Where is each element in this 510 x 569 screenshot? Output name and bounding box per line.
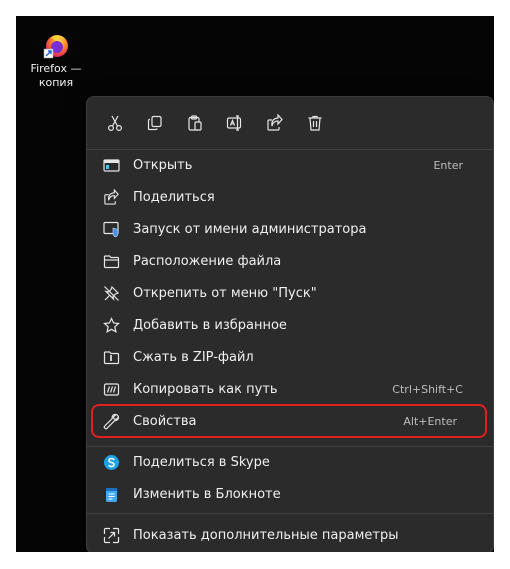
menu-item-file-location[interactable]: Расположение файла xyxy=(91,246,489,276)
menu-item-label: Добавить в избранное xyxy=(133,317,287,333)
menu-item-label: Запуск от имени администратора xyxy=(133,221,367,237)
menu-item-unpin-start[interactable]: Открепить от меню "Пуск" xyxy=(91,278,489,308)
menu-item-label: Изменить в Блокноте xyxy=(133,486,281,502)
clipboard-icon xyxy=(188,115,202,131)
share-icon xyxy=(267,114,283,131)
wrench-icon xyxy=(103,413,119,429)
context-menu-toolbar xyxy=(95,107,335,139)
desktop-shortcut-label-line1: Firefox — xyxy=(30,62,82,75)
menu-item-shortcut: Enter xyxy=(433,158,463,172)
menu-item-label: Открыть xyxy=(133,157,193,173)
open-app-icon xyxy=(102,158,120,172)
scissors-icon xyxy=(107,115,123,132)
menu-item-label: Поделиться в Skype xyxy=(133,454,270,470)
separator xyxy=(87,513,493,514)
context-menu: Открыть Enter Поделиться Запуск от имени… xyxy=(86,96,494,552)
folder-icon xyxy=(103,254,119,268)
desktop: Firefox — копия Открыть Enter Поделиться… xyxy=(16,16,494,552)
notepad-icon xyxy=(105,487,117,502)
menu-item-properties[interactable]: Свойства Alt+Enter xyxy=(91,404,487,438)
trash-icon xyxy=(308,115,322,131)
menu-item-run-as-admin[interactable]: Запуск от имени администратора xyxy=(91,214,489,244)
menu-item-label: Копировать как путь xyxy=(133,381,278,397)
menu-item-label: Показать дополнительные параметры xyxy=(133,527,399,543)
menu-item-label: Поделиться xyxy=(133,189,215,205)
menu-item-show-more-options[interactable]: Показать дополнительные параметры xyxy=(91,520,489,550)
delete-button[interactable] xyxy=(295,107,335,139)
cut-button[interactable] xyxy=(95,107,135,139)
unpin-icon xyxy=(103,285,119,301)
menu-item-edit-notepad[interactable]: Изменить в Блокноте xyxy=(91,479,489,509)
copy-icon xyxy=(147,115,162,131)
rename-icon xyxy=(226,115,242,131)
rename-button[interactable] xyxy=(215,107,255,139)
skype-icon xyxy=(103,454,119,470)
paste-button[interactable] xyxy=(175,107,215,139)
star-icon xyxy=(102,316,120,333)
desktop-shortcut-label-line2: копия xyxy=(38,76,74,89)
more-options-icon xyxy=(103,527,119,543)
copy-path-icon xyxy=(103,382,119,396)
menu-item-label: Свойства xyxy=(133,413,197,429)
desktop-shortcut-firefox[interactable]: Firefox — копия xyxy=(28,32,84,90)
menu-item-shortcut: Ctrl+Shift+C xyxy=(392,382,463,396)
zip-folder-icon xyxy=(103,350,119,364)
menu-item-add-favorites[interactable]: Добавить в избранное xyxy=(91,310,489,340)
firefox-shortcut-icon xyxy=(42,32,70,60)
share-icon xyxy=(103,188,119,205)
share-button[interactable] xyxy=(255,107,295,139)
menu-item-label: Сжать в ZIP-файл xyxy=(133,349,254,365)
menu-item-open[interactable]: Открыть Enter xyxy=(91,150,489,180)
shield-icon xyxy=(102,221,119,237)
menu-item-label: Открепить от меню "Пуск" xyxy=(133,285,317,301)
menu-item-copy-as-path[interactable]: Копировать как путь Ctrl+Shift+C xyxy=(91,374,489,404)
menu-item-label: Расположение файла xyxy=(133,253,282,269)
copy-button[interactable] xyxy=(135,107,175,139)
menu-item-share[interactable]: Поделиться xyxy=(91,182,489,212)
menu-item-compress-zip[interactable]: Сжать в ZIP-файл xyxy=(91,342,489,372)
menu-item-share-skype[interactable]: Поделиться в Skype xyxy=(91,447,489,477)
menu-item-shortcut: Alt+Enter xyxy=(403,414,457,428)
